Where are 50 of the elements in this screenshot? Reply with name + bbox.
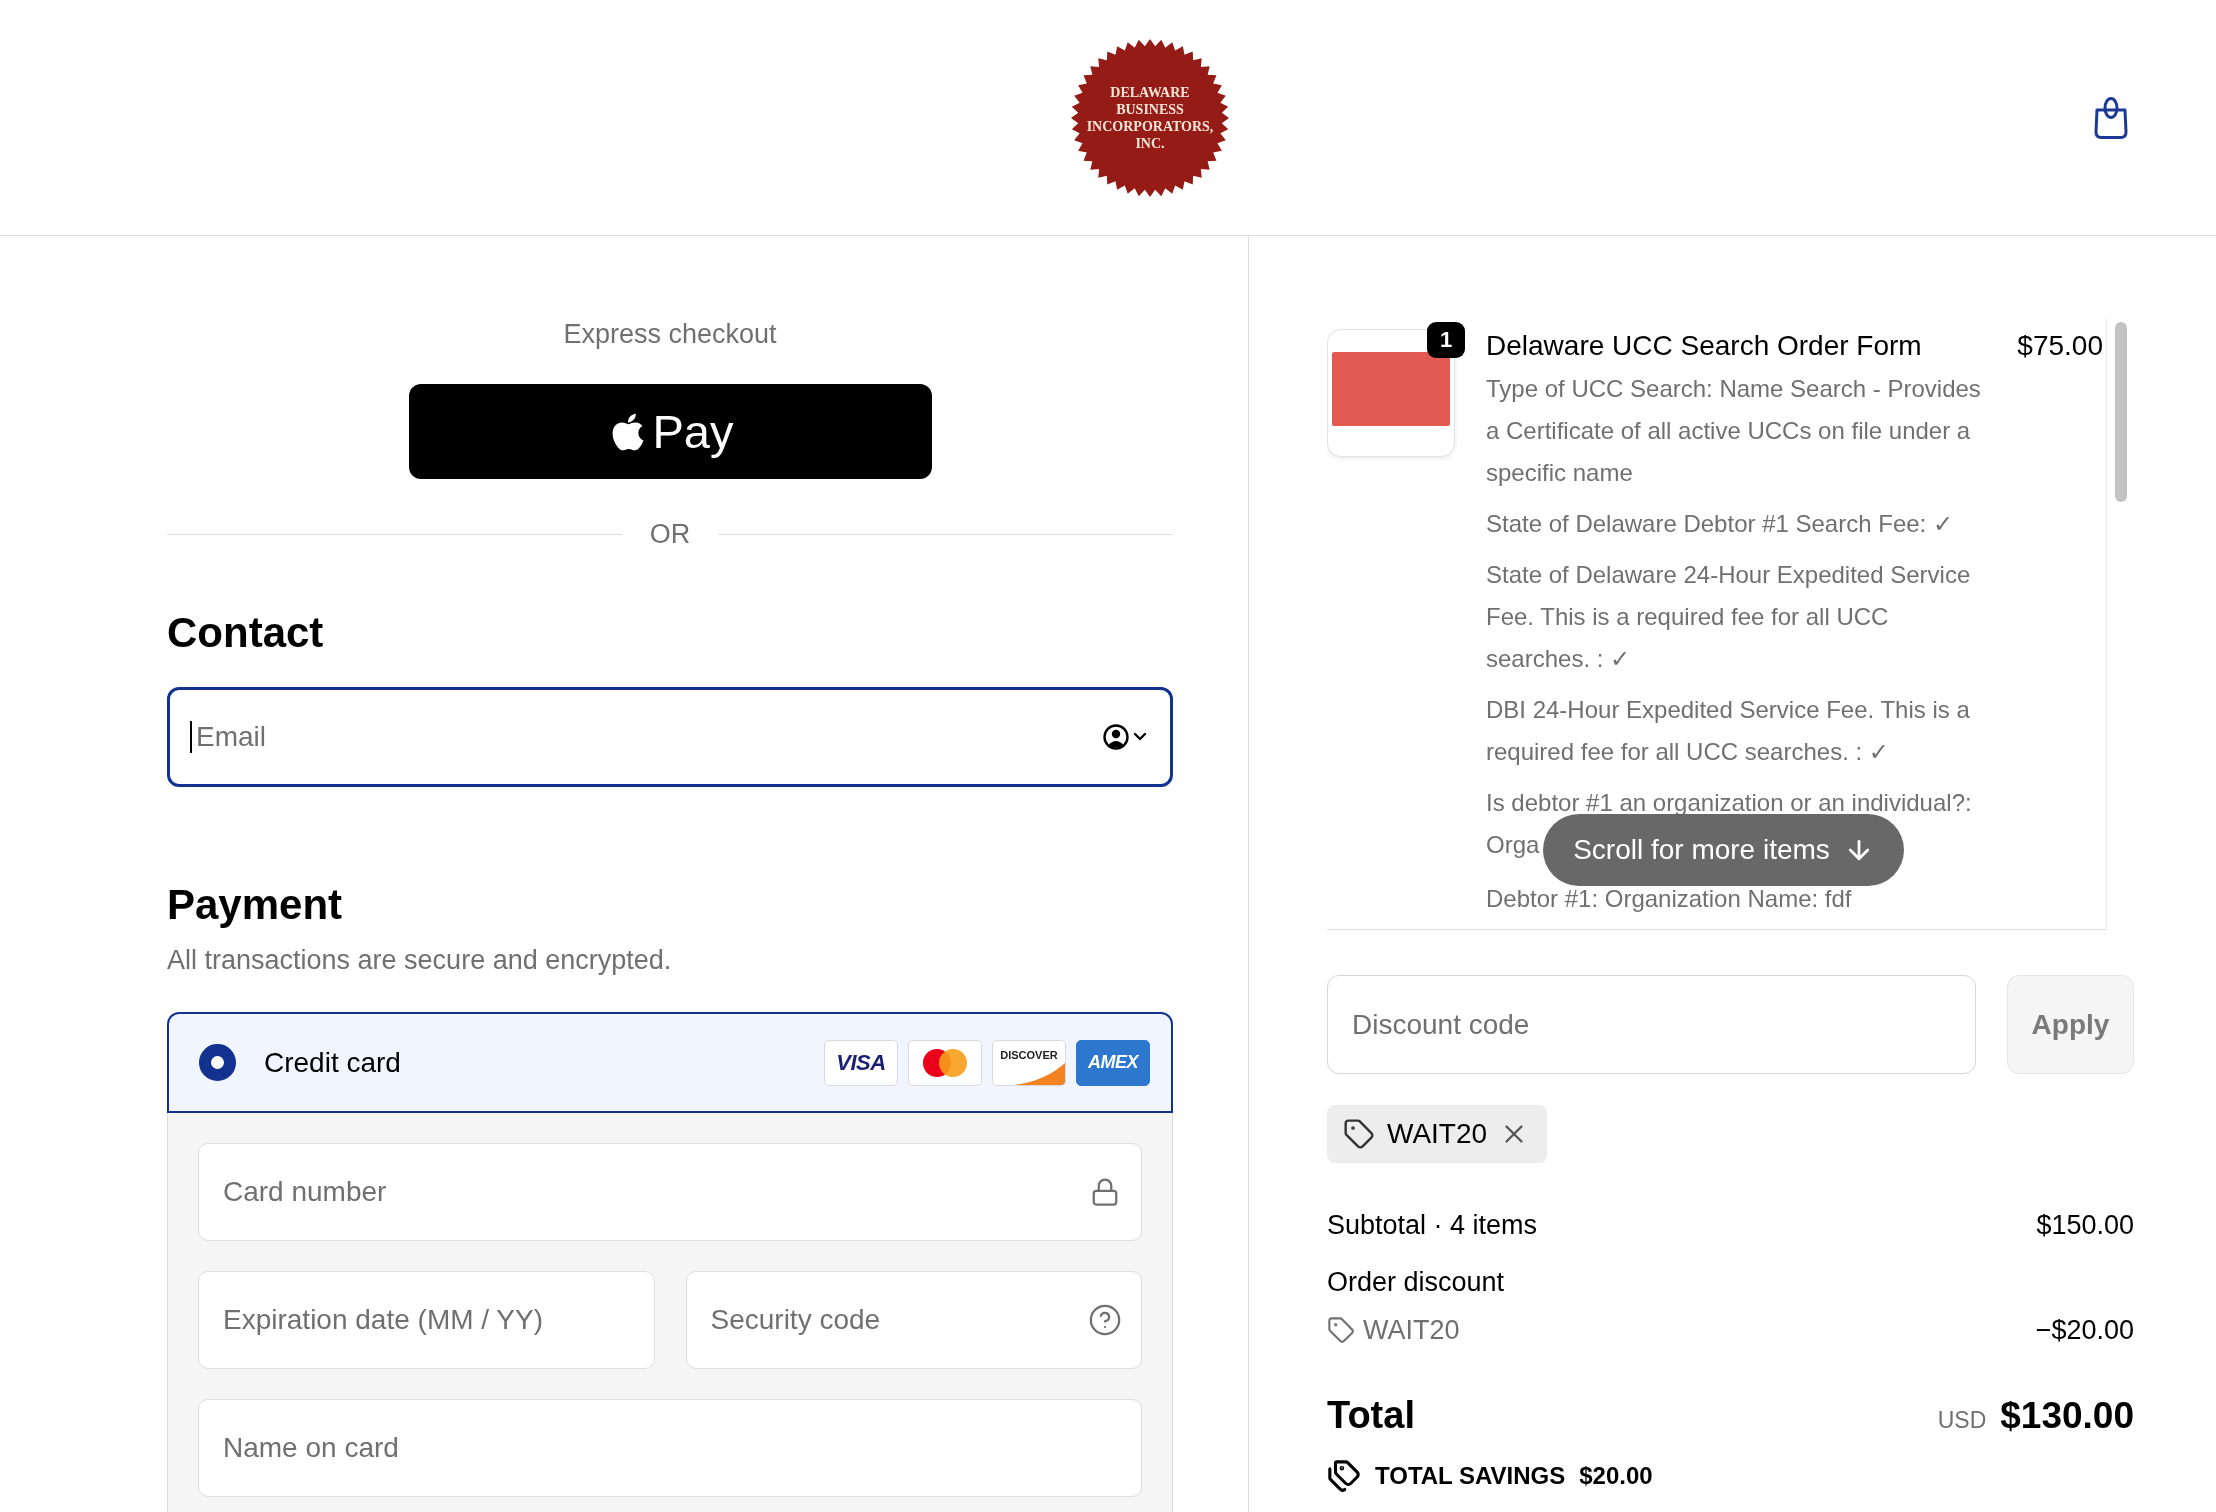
security-code-field[interactable]: Security code: [685, 1271, 1142, 1369]
discount-code-text: WAIT20: [1363, 1314, 1460, 1347]
lock-icon: [1090, 1177, 1120, 1207]
scroll-more-button[interactable]: Scroll for more items: [1543, 814, 1904, 886]
scrollbar-thumb[interactable]: [2114, 322, 2127, 502]
product-detail: Orga: [1486, 830, 1540, 860]
total-value: $130.00: [2000, 1394, 2134, 1438]
quantity-badge: 1: [1427, 322, 1465, 358]
radio-button[interactable]: [199, 1044, 236, 1081]
product-title: Delaware UCC Search Order Form: [1486, 329, 1922, 363]
product-detail: Type of UCC Search: Name Search - Provides a Certificate of all active UCCs on file under a specific name: [1486, 374, 1982, 488]
order-discount-label: Order discount: [1327, 1266, 1505, 1299]
card-logo: VISA: [824, 1039, 898, 1086]
express-checkout-title: Express checkout: [562, 319, 778, 349]
name-on-card-field[interactable]: Name on card: [198, 1399, 1142, 1497]
currency-label: USD: [1937, 1407, 1987, 1434]
savings-value: $20.00: [1579, 1461, 1653, 1491]
total-label: Total: [1327, 1393, 1415, 1438]
separator-label: OR: [648, 519, 692, 549]
shopping-bag-icon[interactable]: [2092, 95, 2130, 140]
payment-subtitle: All transactions are secure and encrypted.: [167, 944, 673, 977]
email-field[interactable]: Email: [167, 687, 1173, 787]
discount-amount: −$20.00: [2035, 1314, 2134, 1347]
text-cursor: [190, 721, 192, 753]
discount-code-field[interactable]: Discount code: [1327, 975, 1976, 1074]
subtotal-label: Subtotal · 4 items: [1327, 1209, 1538, 1242]
product-detail: State of Delaware Debtor #1 Search Fee: ✓: [1486, 509, 1954, 539]
logo-text: DELAWARE BUSINESS INCORPORATORS, INC.: [1086, 83, 1214, 152]
help-icon[interactable]: [1088, 1303, 1122, 1337]
card-logo: AMEX: [1076, 1039, 1150, 1086]
product-price: $75.00: [2017, 329, 2103, 363]
payment-method-row[interactable]: Credit card VISA DISCOVER AMEX: [167, 1012, 1173, 1113]
pay-button[interactable]: Pay: [408, 384, 932, 479]
tag-icon: [1343, 1118, 1375, 1150]
product-detail: State of Delaware 24-Hour Expedited Service Fee. This is a required fee for all UCC searches. : ✓: [1486, 560, 1972, 674]
product-detail: DBI 24-Hour Expedited Service Fee. This is a required fee for all UCC searches. : ✓: [1486, 695, 1971, 767]
subtotal-value: $150.00: [2036, 1209, 2134, 1242]
overlapping-circles-icon: [922, 1047, 968, 1078]
card-number-field[interactable]: Card number: [198, 1143, 1142, 1241]
payment-method-label[interactable]: Credit card: [264, 1045, 401, 1080]
savings-label: TOTAL SAVINGS: [1375, 1461, 1566, 1491]
product-detail: Debtor #1: Organization Name: fdf: [1486, 884, 1853, 914]
discount-code-label: WAIT20: [1387, 1117, 1488, 1151]
card-logo: DISCOVER: [992, 1039, 1066, 1086]
tags-icon: [1327, 1459, 1361, 1493]
tag-icon: [1327, 1316, 1355, 1344]
expiration-date-field[interactable]: Expiration date (MM / YY): [198, 1271, 655, 1369]
account-dropdown-icon[interactable]: [1103, 723, 1149, 751]
contact-heading: Contact: [167, 608, 325, 658]
payment-heading: Payment: [167, 880, 344, 930]
